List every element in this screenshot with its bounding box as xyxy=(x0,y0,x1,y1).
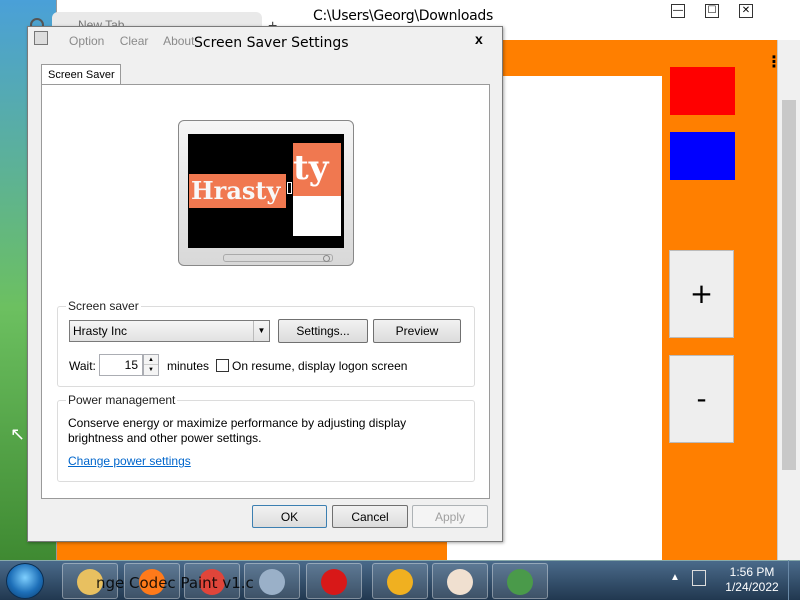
start-button[interactable] xyxy=(6,563,44,599)
logon-screen-label[interactable]: On resume, display logon screen xyxy=(232,359,407,373)
wait-minutes-input[interactable]: 15 xyxy=(99,354,143,376)
cancel-button[interactable]: Cancel xyxy=(332,505,408,528)
red-color-swatch[interactable] xyxy=(670,67,735,115)
ok-button[interactable]: OK xyxy=(252,505,327,528)
taskbar-shield-app-button[interactable] xyxy=(372,563,428,599)
dialog-menu-bar: Option Clear About xyxy=(69,34,206,48)
monitor-preview: Hrasty ty xyxy=(178,120,354,266)
action-center-flag-icon[interactable] xyxy=(692,570,706,586)
settings-button[interactable]: Settings... xyxy=(278,319,368,343)
power-management-description: Conserve energy or maximize performance … xyxy=(68,416,407,445)
power-management-group: Power management Conserve energy or maxi… xyxy=(57,393,475,482)
wait-label: Wait: xyxy=(69,359,96,373)
minimize-icon[interactable]: — xyxy=(671,4,685,18)
taskbar-clock[interactable]: 1:56 PM 1/24/2022 xyxy=(722,565,782,595)
dialog-title: Screen Saver Settings xyxy=(194,35,349,51)
tray-expand-icon[interactable]: ▲ xyxy=(670,572,680,583)
screen-saver-group: Screen saver Hrasty Inc ▼ Settings... Pr… xyxy=(57,299,475,387)
menu-option[interactable]: Option xyxy=(69,34,104,48)
stepper-up-icon[interactable]: ▲ xyxy=(144,355,158,365)
preview-text: Hrasty xyxy=(189,174,286,208)
preview-cursor-icon xyxy=(287,182,292,194)
change-power-settings-link[interactable]: Change power settings xyxy=(68,454,191,468)
preview-white-block xyxy=(293,196,341,236)
monitor-base xyxy=(223,254,333,262)
kebab-menu-icon[interactable]: ⋮ xyxy=(766,52,782,72)
power-management-group-label: Power management xyxy=(66,393,178,407)
menu-clear[interactable]: Clear xyxy=(120,34,149,48)
preview-screen: Hrasty ty xyxy=(188,134,344,248)
show-desktop-button[interactable] xyxy=(788,560,800,600)
paint-app-icon xyxy=(447,569,473,595)
zoom-in-button[interactable]: + xyxy=(669,250,734,338)
scrollbar-thumb[interactable] xyxy=(782,100,796,470)
tab-screen-saver[interactable]: Screen Saver xyxy=(41,64,121,85)
taskbar-paint-app-button[interactable] xyxy=(432,563,488,599)
apply-button[interactable]: Apply xyxy=(412,505,488,528)
monitor-power-led-icon xyxy=(323,255,330,262)
screen-saver-group-label: Screen saver xyxy=(66,299,141,313)
minutes-label: minutes xyxy=(167,359,210,373)
01-app-icon xyxy=(321,569,347,595)
taskbar-01-app-button[interactable] xyxy=(306,563,362,599)
zoom-out-button[interactable]: - xyxy=(669,355,734,443)
screen-saver-selected-value: Hrasty Inc xyxy=(73,324,128,338)
shield-app-icon xyxy=(387,569,413,595)
taskbar-ghost-text: nge Codec Paint v1.c xyxy=(96,574,254,592)
vertical-scrollbar[interactable] xyxy=(777,40,800,560)
task-manager-icon xyxy=(259,569,285,595)
logon-screen-checkbox[interactable] xyxy=(216,359,229,372)
close-icon[interactable]: x xyxy=(475,31,483,47)
preview-block-text: ty xyxy=(293,143,341,198)
maximize-icon[interactable]: ☐ xyxy=(705,4,719,18)
blue-color-swatch[interactable] xyxy=(670,132,735,180)
close-icon[interactable]: ✕ xyxy=(739,4,753,18)
dialog-app-icon xyxy=(34,31,48,45)
screen-saver-dialog: Option Clear About Screen Saver Settings… xyxy=(27,26,503,542)
remote-desktop-icon xyxy=(507,569,533,595)
paint-window-title: C:\Users\Georg\Downloads xyxy=(313,8,493,24)
menu-about[interactable]: About xyxy=(163,34,194,48)
clock-time: 1:56 PM xyxy=(729,565,775,579)
screen-saver-select[interactable]: Hrasty Inc ▼ xyxy=(69,320,270,342)
stepper-down-icon[interactable]: ▼ xyxy=(144,365,158,375)
chevron-down-icon[interactable]: ▼ xyxy=(253,321,269,341)
preview-button[interactable]: Preview xyxy=(373,319,461,343)
wait-stepper: ▲ ▼ xyxy=(143,354,159,376)
clock-date: 1/24/2022 xyxy=(725,580,779,594)
screen-saver-tab-panel: Hrasty ty Screen saver Hrasty Inc ▼ Sett… xyxy=(41,84,490,499)
taskbar-remote-desktop-button[interactable] xyxy=(492,563,548,599)
mouse-cursor-icon: ↖ xyxy=(10,424,26,444)
